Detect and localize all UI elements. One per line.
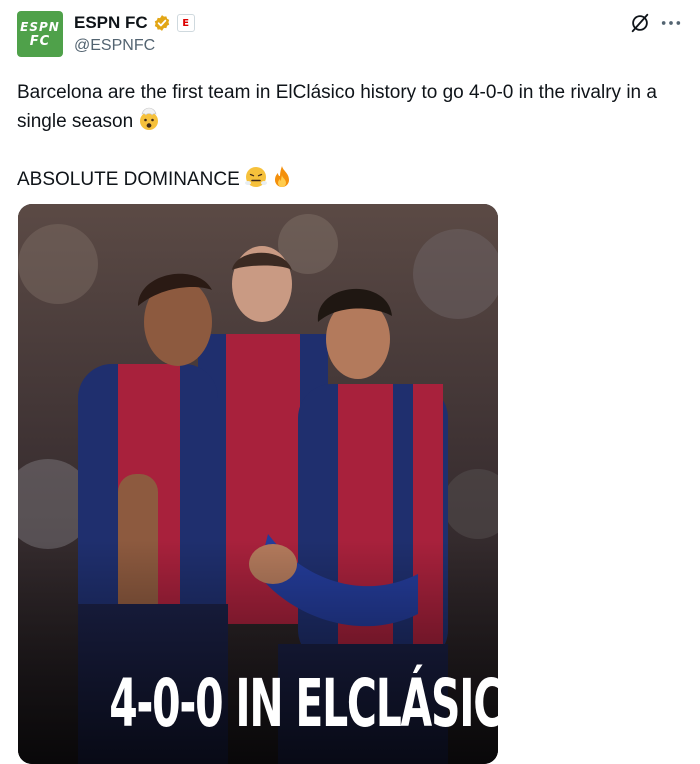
- tweet-paragraph: ABSOLUTE DOMINANCE: [17, 165, 687, 194]
- grok-icon[interactable]: [629, 12, 651, 34]
- face-with-steam-emoji: [244, 167, 267, 187]
- author-handle[interactable]: @ESPNFC: [74, 37, 155, 55]
- tweet-line-1: Barcelona are the first team in ElClásic…: [17, 82, 657, 132]
- avatar-logo-subtext: FC: [29, 34, 51, 49]
- tweet-paragraph: Barcelona are the first team in ElClásic…: [17, 78, 687, 136]
- media-headline: 4-0-0 IN ELCLÁSICO: [109, 665, 498, 742]
- avatar-logo-text: ESPN: [20, 20, 60, 34]
- fire-emoji: [274, 166, 289, 187]
- avatar[interactable]: ESPN FC: [17, 11, 63, 57]
- tweet-media-image[interactable]: 4-0-0 IN ELCLÁSICO: [18, 204, 498, 764]
- tweet-text: Barcelona are the first team in ElClásic…: [17, 78, 687, 194]
- author-display-name[interactable]: ESPN FC: [74, 13, 148, 33]
- verified-badge-icon[interactable]: [153, 14, 171, 32]
- affiliate-badge[interactable]: E: [176, 14, 195, 32]
- exploding-head-emoji: [140, 107, 159, 130]
- tweet-line-2: ABSOLUTE DOMINANCE: [17, 169, 240, 190]
- more-icon[interactable]: [660, 14, 682, 32]
- author-name-row: ESPN FC E: [74, 12, 195, 34]
